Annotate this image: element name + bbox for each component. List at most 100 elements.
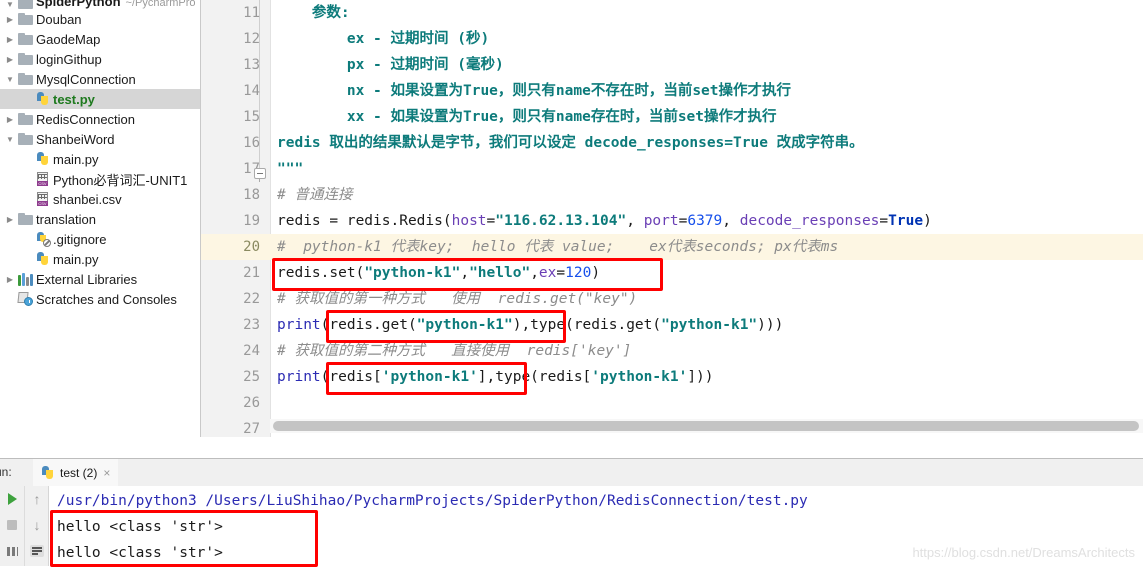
code-text: # python-k1 代表key; hello 代表 value; ex代表s… — [270, 234, 838, 260]
tree-item-douban[interactable]: ▶ Douban — [0, 9, 200, 29]
run-window-label: un: — [0, 465, 12, 479]
tree-item-translation[interactable]: ▶ translation — [0, 209, 200, 229]
line-number: 27 — [243, 421, 260, 437]
code-token: = — [556, 265, 566, 281]
code-lines[interactable]: 11 参数: 12 ex - 过期时间 (秒) 13 px - 过期时间 (毫秒) 1… — [201, 0, 1143, 437]
code-text: ex - 过期时间 (秒) — [270, 26, 489, 52]
code-line[interactable]: 12 ex - 过期时间 (秒) — [201, 26, 1143, 52]
tree-item-gitignore[interactable]: .gitignore — [0, 229, 200, 249]
code-token: 120 — [565, 265, 592, 281]
code-token: , — [460, 265, 470, 281]
code-line[interactable]: 21 redis.set("python-k1","hello",ex=120) — [201, 260, 1143, 286]
wrap-icon — [30, 545, 44, 557]
run-tab-title: test (2) — [60, 465, 98, 480]
rerun-button[interactable] — [0, 486, 24, 512]
code-line[interactable]: 23 print(redis.get("python-k1"),type(redi… — [201, 312, 1143, 338]
folder-icon — [18, 13, 33, 25]
tree-item-mysqlconnection[interactable]: ▼ MysqlConnection — [0, 69, 200, 89]
arrow-up-icon: ↑ — [33, 491, 41, 507]
chevron-right-icon[interactable]: ▶ — [2, 115, 18, 124]
code-line[interactable]: 22 # 获取值的第一种方式 使用 redis.get("key") — [201, 286, 1143, 312]
code-line[interactable]: 24 # 获取值的第二种方式 直接使用 redis['key'] — [201, 338, 1143, 364]
code-text: print(redis.get("python-k1"),type(redis.… — [270, 312, 783, 338]
code-line[interactable]: 11 参数: — [201, 0, 1143, 26]
line-number: 18 — [243, 187, 260, 203]
code-token: # 普通连接 — [277, 187, 353, 203]
run-tab-test[interactable]: test (2) × — [33, 459, 119, 488]
code-line[interactable]: 20 # python-k1 代表key; hello 代表 value; ex代… — [201, 234, 1143, 260]
code-token: ) — [591, 265, 601, 281]
code-line[interactable]: 19 redis = redis.Redis(host="116.62.13.10… — [201, 208, 1143, 234]
code-token: = — [486, 213, 496, 229]
tree-item-python-unit1[interactable]: CSV Python必背词汇-UNIT1 — [0, 169, 200, 189]
python-file-icon — [36, 92, 50, 106]
stop-icon — [7, 520, 17, 530]
code-line[interactable]: 25 print(redis['python-k1'],type(redis['p… — [201, 364, 1143, 390]
tree-item-external-libraries[interactable]: ▶ External Libraries — [0, 269, 200, 289]
code-token: host — [451, 213, 487, 229]
tree-item-main-py[interactable]: main.py — [0, 149, 200, 169]
tree-item-logingithup[interactable]: ▶ loginGithup — [0, 49, 200, 69]
code-fold-toggle[interactable] — [254, 168, 266, 182]
code-token: # 获取值的第一种方式 使用 redis.get("key") — [277, 291, 638, 307]
code-token: redis = redis.Redis( — [277, 213, 452, 229]
code-token: True — [888, 213, 924, 229]
close-icon[interactable]: × — [103, 466, 110, 480]
chevron-right-icon[interactable]: ▶ — [2, 275, 18, 284]
console-output-line-1: hello <class 'str'> — [57, 519, 223, 535]
tree-item-label: main.py — [53, 151, 99, 167]
code-text: px - 过期时间 (毫秒) — [270, 52, 504, 78]
code-token: 'python-k1' — [381, 369, 478, 385]
tree-item-shanbei-csv[interactable]: CSV shanbei.csv — [0, 189, 200, 209]
code-editor[interactable]: 11 参数: 12 ex - 过期时间 (秒) 13 px - 过期时间 (毫秒) 1… — [201, 0, 1143, 437]
chevron-down-icon[interactable]: ▼ — [2, 135, 18, 144]
code-token: (redis.get( — [320, 317, 417, 333]
twisty-expanded-icon[interactable]: ▼ — [2, 0, 18, 9]
code-token: "116.62.13.104" — [495, 213, 627, 229]
code-token: "hello" — [469, 265, 531, 281]
line-number: 16 — [243, 135, 260, 151]
scroll-down-button[interactable]: ↓ — [25, 512, 49, 538]
tree-item-label: test.py — [53, 91, 95, 107]
tree-item-gaodemap[interactable]: ▶ GaodeMap — [0, 29, 200, 49]
code-text: redis = redis.Redis(host="116.62.13.104"… — [270, 208, 932, 234]
chevron-right-icon[interactable]: ▶ — [2, 55, 18, 64]
chevron-down-icon[interactable]: ▼ — [2, 75, 18, 84]
tree-item-label: shanbei.csv — [53, 191, 122, 207]
print-button[interactable] — [0, 538, 24, 564]
code-text: redis 取出的结果默认是字节，我们可以设定 decode_responses… — [270, 130, 864, 156]
tree-item-shanbeiword[interactable]: ▼ ShanbeiWord — [0, 129, 200, 149]
stop-button[interactable] — [0, 512, 24, 538]
code-line[interactable]: 26 — [201, 390, 1143, 416]
chevron-right-icon[interactable]: ▶ — [2, 15, 18, 24]
code-line[interactable]: 14 nx - 如果设置为True，则只有name不存在时，当前set操作才执行 — [201, 78, 1143, 104]
line-number: 21 — [243, 265, 260, 281]
tree-item-redisconnection[interactable]: ▶ RedisConnection — [0, 109, 200, 129]
project-tree-panel[interactable]: ▼ SpiderPython ~/PycharmPro ▶ Douban ▶ GaodeM… — [0, 0, 201, 437]
python-file-icon — [36, 152, 50, 166]
python-icon — [41, 465, 55, 480]
code-line[interactable]: 18 # 普通连接 — [201, 182, 1143, 208]
code-line[interactable]: 15 xx - 如果设置为True，则只有name存在时，当前set操作才执行 — [201, 104, 1143, 130]
code-token: 'python-k1' — [591, 369, 688, 385]
run-tab-bar[interactable]: un: test (2) × — [0, 459, 1143, 488]
tree-item-scratches-and-consoles[interactable]: Scratches and Consoles — [0, 289, 200, 309]
editor-hscroll-thumb[interactable] — [273, 421, 1139, 431]
tree-item-main-py[interactable]: main.py — [0, 249, 200, 269]
csv-file-icon: CSV — [36, 172, 50, 186]
tree-root-row[interactable]: ▼ SpiderPython ~/PycharmPro — [0, 0, 200, 9]
libraries-icon — [18, 272, 33, 286]
run-toolbar[interactable]: ↑ ↓ — [0, 486, 49, 566]
code-line[interactable]: 16 redis 取出的结果默认是字节，我们可以设定 decode_respons… — [201, 130, 1143, 156]
chevron-right-icon[interactable]: ▶ — [2, 215, 18, 224]
code-text: print(redis['python-k1'],type(redis['pyt… — [270, 364, 714, 390]
tree-item-test-py[interactable]: test.py — [0, 89, 200, 109]
run-tool-window[interactable]: un: test (2) × — [0, 458, 1143, 567]
chevron-right-icon[interactable]: ▶ — [2, 35, 18, 44]
code-text: # 获取值的第一种方式 使用 redis.get("key") — [270, 286, 637, 312]
line-number: 26 — [243, 395, 260, 411]
code-line[interactable]: 17 """ — [201, 156, 1143, 182]
code-line[interactable]: 13 px - 过期时间 (毫秒) — [201, 52, 1143, 78]
soft-wrap-button[interactable] — [25, 538, 49, 564]
scroll-up-button[interactable]: ↑ — [25, 486, 49, 512]
